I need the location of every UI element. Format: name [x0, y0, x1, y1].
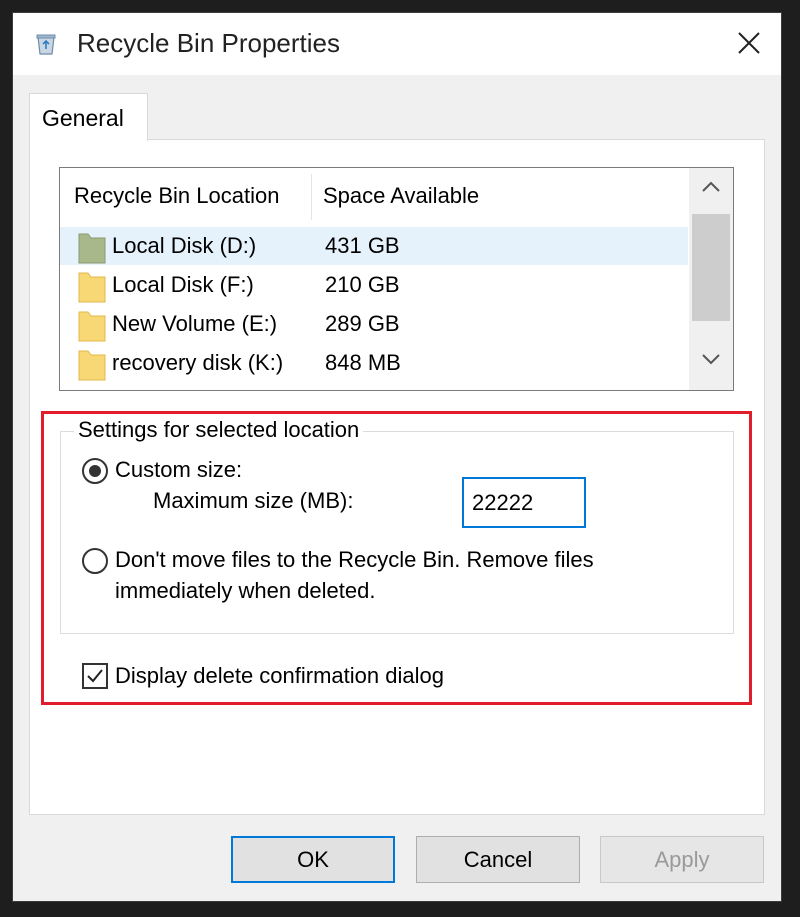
column-divider[interactable]	[311, 174, 312, 220]
recycle-bin-location-list[interactable]: Recycle Bin Location Space Available Loc…	[59, 167, 734, 391]
folder-icon	[78, 310, 106, 342]
location-name: Local Disk (D:)	[112, 233, 257, 258]
close-button[interactable]	[717, 13, 781, 75]
vertical-scrollbar[interactable]	[689, 168, 733, 390]
space-available: 289 GB	[325, 311, 400, 336]
column-header-location[interactable]: Recycle Bin Location	[74, 182, 279, 210]
scroll-up-button[interactable]	[701, 180, 721, 198]
list-item[interactable]: Local Disk (D:) 431 GB	[60, 227, 688, 265]
list-item[interactable]: New Volume (E:) 289 GB	[60, 305, 688, 343]
close-icon	[738, 32, 760, 54]
space-available: 210 GB	[325, 272, 400, 297]
chevron-down-icon	[702, 354, 720, 365]
recycle-bin-icon	[34, 32, 58, 56]
location-name: New Volume (E:)	[112, 311, 278, 336]
recycle-bin-properties-dialog: Recycle Bin Properties General Recycle B…	[12, 12, 782, 902]
scrollbar-thumb[interactable]	[692, 214, 730, 321]
highlight-box	[41, 411, 752, 705]
apply-button[interactable]: Apply	[600, 836, 764, 883]
folder-icon	[78, 349, 106, 381]
folder-icon	[78, 271, 106, 303]
window-title: Recycle Bin Properties	[77, 28, 340, 58]
location-name: recovery disk (K:)	[112, 350, 284, 375]
title-bar: Recycle Bin Properties	[13, 13, 781, 75]
tab-general-label: General	[42, 105, 124, 131]
cancel-button[interactable]: Cancel	[416, 836, 580, 883]
settings-group-label: Settings for selected location	[74, 415, 364, 445]
location-name: Local Disk (F:)	[112, 272, 254, 297]
space-available: 848 MB	[325, 350, 401, 375]
folder-icon	[78, 232, 106, 264]
ok-button[interactable]: OK	[231, 836, 395, 883]
chevron-up-icon	[702, 181, 720, 192]
space-available: 431 GB	[325, 233, 400, 258]
list-item[interactable]: recovery disk (K:) 848 MB	[60, 344, 688, 382]
tab-general[interactable]: General	[29, 93, 148, 141]
scroll-down-button[interactable]	[701, 352, 721, 370]
column-header-space[interactable]: Space Available	[323, 182, 479, 210]
list-item[interactable]: Local Disk (F:) 210 GB	[60, 266, 688, 304]
